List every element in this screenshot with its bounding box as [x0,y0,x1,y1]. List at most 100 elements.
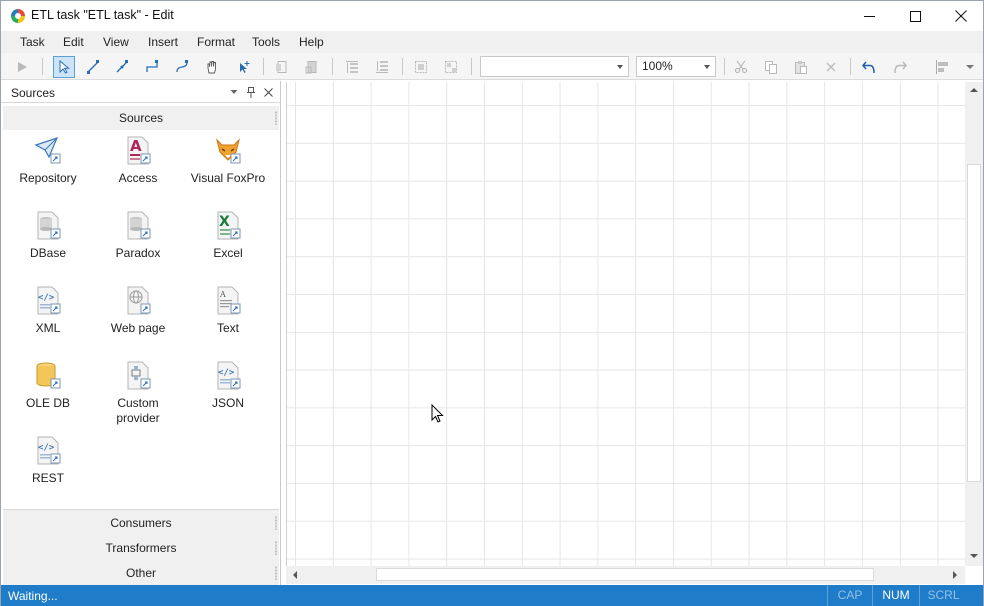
source-tile-dbase[interactable]: DBase [3,211,93,281]
svg-text:</>: </> [218,368,235,378]
tile-label: Paradox [115,246,161,260]
menu-help[interactable]: Help [299,35,324,49]
paste-button[interactable] [790,56,812,78]
toolbar-separator [332,58,333,75]
grip-icon [275,541,277,555]
scroll-down-icon[interactable] [970,553,978,559]
toolbar-separator [402,58,403,75]
source-tile-repository[interactable]: Repository [3,136,93,206]
toolbar-separator [850,58,851,75]
pin-icon [247,86,255,98]
menu-task[interactable]: Task [20,35,45,49]
menu-edit[interactable]: Edit [63,35,84,49]
toolbar-overflow-button[interactable] [959,56,981,78]
source-tile-text[interactable]: A Text [183,286,273,356]
copy-button[interactable] [760,56,782,78]
mouse-cursor-icon [431,404,444,423]
vertical-scroll-thumb[interactable] [967,164,981,482]
orthogonal-connector-button[interactable] [141,56,163,78]
maximize-button[interactable] [892,1,938,31]
paste-icon [795,61,807,74]
horizontal-scroll-thumb[interactable] [376,568,874,581]
scrl-indicator: SCRL [919,585,967,606]
group-header-consumers[interactable]: Consumers [3,511,279,536]
tile-label: Repository [19,171,77,185]
json-icon: </> [217,361,241,390]
group-icon [415,61,427,73]
source-tile-rest[interactable]: </> REST [3,436,93,506]
ungroup-button[interactable] [440,56,462,78]
grip-icon [275,566,277,580]
source-tile-custom-provider[interactable]: Custom provider [93,361,183,441]
hand-tool-button[interactable] [201,56,223,78]
scroll-left-icon[interactable] [292,571,298,579]
delete-button[interactable] [820,56,842,78]
group-header-label: Consumers [110,516,172,530]
menu-bar: Task Edit View Insert Format Tools Help [1,31,983,53]
tile-label: Custom provider [116,396,160,425]
group-header-transformers[interactable]: Transformers [3,536,279,561]
horizontal-scrollbar[interactable] [286,566,965,584]
toolbar-separator [42,58,43,75]
panel-menu-button[interactable] [227,85,241,99]
line-tool-button[interactable] [82,56,104,78]
source-tile-ole-db[interactable]: OLE DB [3,361,93,431]
redo-button[interactable] [889,56,911,78]
align-button[interactable] [931,56,953,78]
menu-tools[interactable]: Tools [252,35,280,49]
style-combo[interactable] [480,56,629,77]
menu-format[interactable]: Format [197,35,235,49]
tile-label: Access [118,171,158,185]
pointer-tool-button[interactable] [53,56,75,78]
custom-provider-icon [127,361,151,390]
undo-button[interactable] [858,56,880,78]
source-tile-web-page[interactable]: Web page [93,286,183,356]
align-icon [936,60,948,74]
panel-pin-button[interactable] [244,85,258,99]
send-back-button[interactable] [301,56,323,78]
minimize-button[interactable] [846,1,892,31]
window-title: ETL task "ETL task" - Edit [31,8,174,22]
panel-close-button[interactable] [261,85,275,99]
chevron-down-icon [230,90,238,94]
tile-label: Text [216,321,239,335]
app-logo-icon [11,9,25,23]
scroll-up-icon[interactable] [970,87,978,93]
group-button[interactable] [410,56,432,78]
vertical-scrollbar[interactable] [965,82,983,566]
source-tile-access[interactable]: A Access [93,136,183,206]
line-icon [87,60,99,74]
zoom-combo[interactable]: 100% [636,56,716,77]
source-tile-xml[interactable]: </> XML [3,286,93,356]
align-top-button[interactable] [341,56,363,78]
menu-view[interactable]: View [103,35,129,49]
paradox-icon [127,211,151,240]
tile-label: Web page [110,321,166,335]
undo-icon [862,61,875,74]
copy-icon [765,61,777,74]
diagonal-connector-button[interactable] [111,56,133,78]
chevron-down-icon [617,65,623,69]
close-button[interactable] [938,1,984,31]
source-tile-excel[interactable]: X Excel [183,211,273,281]
redo-icon [894,61,907,74]
bring-front-button[interactable] [271,56,293,78]
curved-connector-button[interactable] [171,56,193,78]
delete-icon [826,62,836,72]
cut-button[interactable] [730,56,752,78]
group-header-other[interactable]: Other [3,561,279,586]
source-tile-json[interactable]: </> JSON [183,361,273,431]
svg-text:A: A [130,137,142,155]
add-point-button[interactable] [232,56,254,78]
design-canvas[interactable] [286,82,965,566]
scroll-right-icon[interactable] [952,571,958,579]
align-bottom-button[interactable] [371,56,393,78]
group-header-sources[interactable]: Sources [3,106,279,130]
run-button[interactable] [11,56,33,78]
menu-insert[interactable]: Insert [148,35,178,49]
source-tile-visual-foxpro[interactable]: Visual FoxPro [183,136,273,206]
run-icon [18,62,27,72]
source-tile-paradox[interactable]: Paradox [93,211,183,281]
align-top-icon [346,61,358,73]
title-bar[interactable]: ETL task "ETL task" - Edit [1,1,983,31]
